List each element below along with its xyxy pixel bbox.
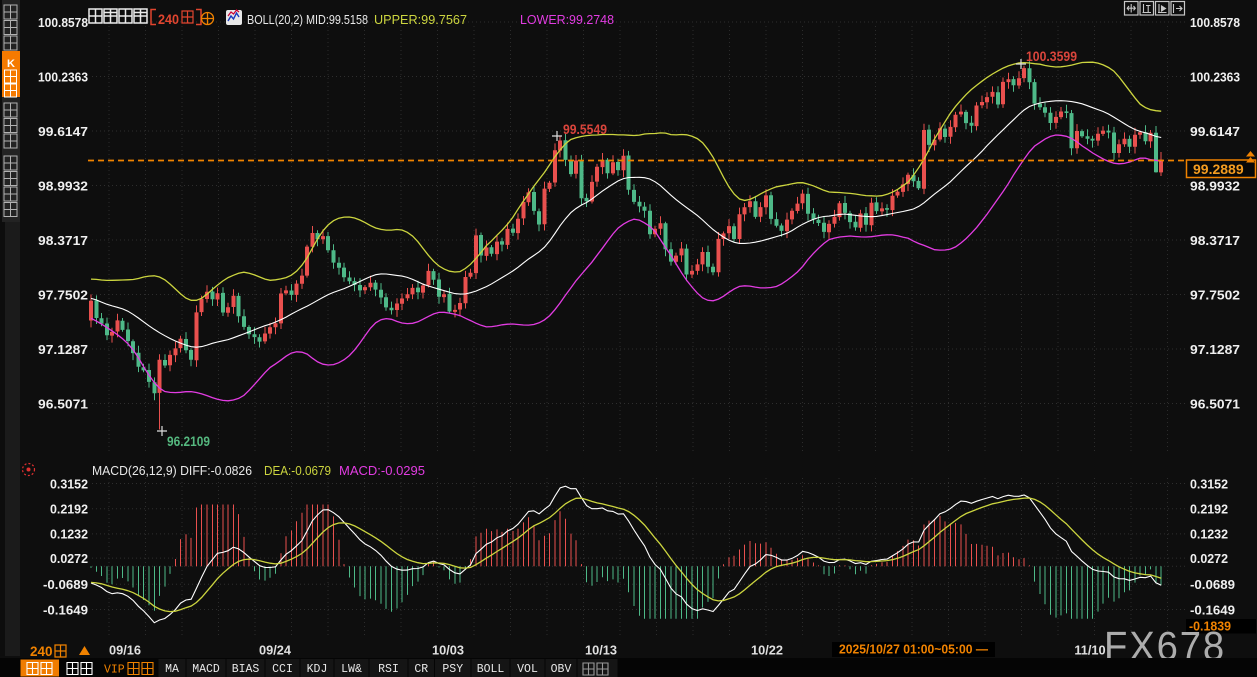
svg-text:240: 240: [158, 11, 179, 27]
svg-text:0.1232: 0.1232: [1190, 527, 1228, 542]
svg-text:K: K: [7, 58, 15, 70]
svg-text:KDJ: KDJ: [307, 663, 328, 676]
svg-text:98.9932: 98.9932: [38, 178, 88, 193]
svg-text:OBV: OBV: [551, 663, 572, 676]
svg-text:0.0272: 0.0272: [50, 551, 88, 566]
svg-text:99.6147: 99.6147: [1190, 124, 1240, 139]
svg-text:100.2363: 100.2363: [1190, 69, 1240, 84]
svg-text:BIAS: BIAS: [232, 663, 260, 676]
svg-text:MACD(26,12,9) DIFF:-0.0826: MACD(26,12,9) DIFF:-0.0826: [92, 463, 252, 478]
svg-text:100.3599: 100.3599: [1026, 49, 1077, 64]
svg-text:0.3152: 0.3152: [50, 476, 88, 491]
svg-text:98.3717: 98.3717: [38, 233, 88, 248]
svg-text:BOLL: BOLL: [477, 663, 505, 676]
svg-text:-0.1649: -0.1649: [1190, 602, 1235, 617]
svg-text:LW&: LW&: [341, 663, 362, 676]
svg-text:09/24: 09/24: [259, 643, 292, 658]
svg-text:100.8578: 100.8578: [1190, 15, 1240, 30]
svg-text:-0.0689: -0.0689: [1190, 577, 1235, 592]
svg-text:UPPER:99.7567: UPPER:99.7567: [374, 12, 467, 27]
svg-text:VIP: VIP: [104, 664, 125, 677]
svg-text:11/10: 11/10: [1074, 643, 1105, 658]
svg-text:99.2889: 99.2889: [1193, 161, 1244, 177]
svg-text:97.7502: 97.7502: [1190, 287, 1240, 302]
svg-text:97.1287: 97.1287: [38, 342, 88, 357]
svg-text:98.3717: 98.3717: [1190, 233, 1240, 248]
svg-text:240: 240: [30, 644, 53, 659]
svg-text:0.2192: 0.2192: [50, 502, 88, 517]
svg-text:09/16: 09/16: [109, 643, 141, 658]
svg-text:DEA:-0.0679: DEA:-0.0679: [264, 463, 331, 478]
svg-text:10/13: 10/13: [585, 643, 617, 658]
svg-text:98.9932: 98.9932: [1190, 178, 1240, 193]
svg-text:0.1232: 0.1232: [50, 527, 88, 542]
svg-text:100.2363: 100.2363: [38, 69, 88, 84]
svg-text:97.7502: 97.7502: [38, 287, 88, 302]
svg-text:MA: MA: [165, 663, 179, 676]
svg-text:VOL: VOL: [517, 663, 538, 676]
svg-text:MACD: MACD: [192, 663, 220, 676]
svg-text:BOLL(20,2) MID:99.5158: BOLL(20,2) MID:99.5158: [247, 12, 368, 27]
svg-text:97.1287: 97.1287: [1190, 342, 1240, 357]
svg-text:PSY: PSY: [442, 663, 463, 676]
svg-text:-0.1649: -0.1649: [43, 602, 88, 617]
svg-text:-0.0689: -0.0689: [43, 577, 88, 592]
svg-text:99.6147: 99.6147: [38, 124, 88, 139]
svg-text:0.2192: 0.2192: [1190, 502, 1228, 517]
svg-text:CR: CR: [414, 663, 428, 676]
svg-text:0.0272: 0.0272: [1190, 551, 1228, 566]
svg-text:RSI: RSI: [378, 663, 399, 676]
svg-text:10/03: 10/03: [432, 643, 464, 658]
svg-text:MACD:-0.0295: MACD:-0.0295: [339, 463, 425, 478]
svg-text:0.3152: 0.3152: [1190, 476, 1228, 491]
svg-text:96.2109: 96.2109: [167, 434, 210, 449]
svg-text:100.8578: 100.8578: [38, 15, 88, 30]
svg-text:LOWER:99.2748: LOWER:99.2748: [520, 12, 614, 27]
svg-text:99.5549: 99.5549: [563, 122, 607, 137]
svg-text:2025/10/27 01:00~05:00 —: 2025/10/27 01:00~05:00 —: [839, 643, 988, 657]
svg-text:10/22: 10/22: [751, 643, 783, 658]
svg-text:96.5071: 96.5071: [38, 396, 88, 411]
svg-text:96.5071: 96.5071: [1190, 396, 1240, 411]
svg-text:CCI: CCI: [272, 663, 293, 676]
